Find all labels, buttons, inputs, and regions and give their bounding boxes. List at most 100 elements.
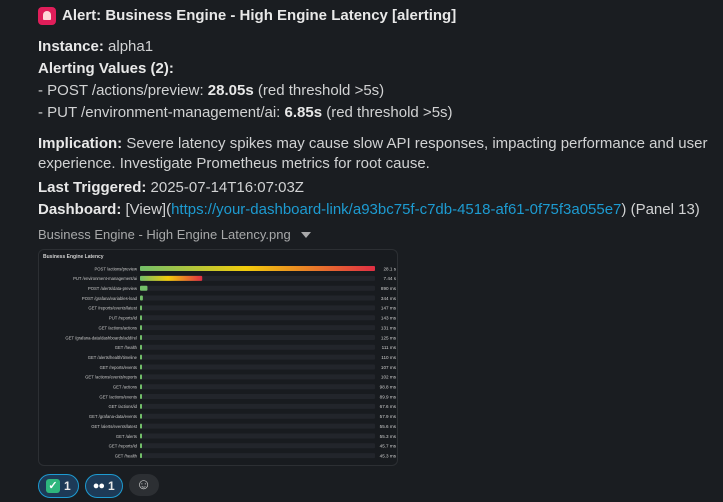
value-label: 131 ms [381, 325, 397, 330]
value-label: 45.3 ms [380, 453, 397, 458]
last-triggered-label: Last Triggered: [38, 179, 147, 196]
category-label: GET /actions/events [99, 394, 137, 399]
attachment-filename[interactable]: Business Engine - High Engine Latency.pn… [38, 225, 291, 245]
value-label: 89.9 ms [380, 394, 397, 399]
bar-track [140, 364, 375, 370]
threshold-text: (red threshold >5s) [253, 82, 385, 99]
dashboard-link[interactable]: https://your-dashboard-link/a93bc75f-c7d… [171, 201, 621, 218]
bar [140, 453, 142, 459]
bar [140, 423, 142, 429]
bar-track [140, 394, 375, 400]
implication-text: Severe latency spikes may cause slow API… [38, 135, 708, 172]
bar-track [140, 325, 375, 331]
value-label: 344 ms [381, 296, 397, 301]
threshold-text: (red threshold >5s) [322, 104, 453, 121]
bar [140, 433, 142, 439]
bar [140, 334, 142, 340]
instance-value: alpha1 [103, 38, 154, 55]
category-label: POST /actions/preview [94, 266, 137, 271]
reaction-eyes[interactable]: ●● 1 [84, 474, 123, 498]
latency-value: 6.85s [284, 104, 323, 121]
bar [140, 394, 142, 400]
bar [140, 266, 375, 271]
value-label: 147 ms [381, 306, 397, 311]
value-label: 55.3 ms [380, 434, 397, 439]
value-label: 98.8 ms [380, 385, 397, 390]
dashboard-line: Dashboard: [View](https://your-dashboard… [38, 200, 700, 220]
value-label: 890 ms [381, 286, 397, 291]
bar-track [140, 433, 375, 439]
category-label: GET /grafana-data/dashboards/add/rel [65, 335, 137, 340]
bar [140, 275, 203, 281]
rotating-light-icon [38, 7, 56, 25]
bar-track [140, 334, 375, 340]
attachment-header[interactable]: Business Engine - High Engine Latency.pn… [38, 225, 311, 245]
value-label: 111 ms [382, 345, 397, 350]
value-label: 28.1 s [383, 266, 396, 271]
bar-track [140, 305, 375, 311]
value-label: 102 ms [381, 375, 397, 380]
reaction-count: 1 [64, 479, 71, 493]
category-label: GET /alerts [116, 434, 137, 439]
endpoint-text: - PUT /environment-management/ai: [38, 104, 285, 121]
bar [140, 344, 142, 350]
bar-track [140, 443, 375, 449]
implication-label: Implication: [38, 135, 123, 152]
chart-title: Business Engine Latency [43, 254, 104, 260]
bar [140, 325, 142, 331]
value-label: 110 ms [381, 355, 396, 360]
category-label: PUT /reports/id [109, 316, 138, 321]
last-triggered-value: 2025-07-14T16:07:03Z [146, 179, 304, 196]
value-label: 57.9 ms [380, 414, 397, 419]
chevron-down-icon[interactable] [300, 232, 311, 238]
category-label: GET /grafana-data/events [89, 414, 137, 419]
value-label: 55.6 ms [380, 424, 397, 429]
category-label: GET /alerts/events/latest [91, 424, 138, 429]
alerting-values-label: Alerting Values (2): [38, 60, 174, 77]
category-label: GET /reports/events/latest [88, 306, 137, 311]
check-icon: ✓ [46, 479, 60, 493]
value-label: 7.44 s [383, 276, 396, 281]
bar [140, 413, 142, 419]
reactions-bar: ✓ 1 ●● 1 ☺ [38, 474, 159, 498]
category-label: PUT /environment-management/ai [73, 276, 137, 281]
category-label: GET /actions/id [108, 404, 137, 409]
implication-paragraph: Implication: Severe latency spikes may c… [38, 134, 718, 174]
category-label: GET /actions [113, 385, 137, 390]
bar [140, 305, 142, 311]
alerting-value-line: - PUT /environment-management/ai: 6.85s … [38, 103, 453, 123]
category-label: GET /reports/id [109, 444, 138, 449]
reaction-count: 1 [107, 479, 115, 493]
bar [140, 374, 142, 380]
alert-title: Alert: Business Engine - High Engine Lat… [62, 7, 457, 24]
bar [140, 384, 142, 390]
bar [140, 285, 148, 291]
dashboard-suffix: ) (Panel 13) [621, 201, 700, 218]
value-label: 125 ms [381, 335, 397, 340]
value-label: 45.7 ms [380, 444, 397, 449]
instance-label: Instance: [38, 38, 104, 55]
bar [140, 364, 142, 370]
category-label: GET /reports/events [100, 365, 137, 370]
alert-title-row: Alert: Business Engine - High Engine Lat… [38, 6, 456, 26]
add-reaction-button[interactable]: ☺ [128, 474, 159, 496]
value-label: 143 ms [381, 316, 397, 321]
last-triggered-line: Last Triggered: 2025-07-14T16:07:03Z [38, 178, 304, 198]
category-label: POST /alerts/data-preview [88, 286, 138, 291]
bar [140, 443, 142, 449]
dashboard-view-text: [View]( [121, 201, 172, 218]
bar-track [140, 315, 375, 321]
bar [140, 403, 142, 409]
bar-track [140, 354, 375, 360]
category-label: GET /health [115, 453, 138, 458]
latency-value: 28.05s [207, 82, 254, 99]
reaction-check[interactable]: ✓ 1 [38, 474, 79, 498]
attachment-image[interactable]: Business Engine Latency POST /actions/pr… [38, 249, 398, 466]
value-label: 67.6 ms [380, 404, 397, 409]
latency-bar-chart: POST /actions/preview 28.1 s PUT /environm… [65, 266, 397, 459]
smiley-plus-icon: ☺ [136, 476, 152, 493]
bar-track [140, 344, 375, 350]
alerting-values-heading: Alerting Values (2): [38, 59, 174, 79]
bar [140, 354, 142, 360]
value-label: 107 ms [381, 365, 397, 370]
